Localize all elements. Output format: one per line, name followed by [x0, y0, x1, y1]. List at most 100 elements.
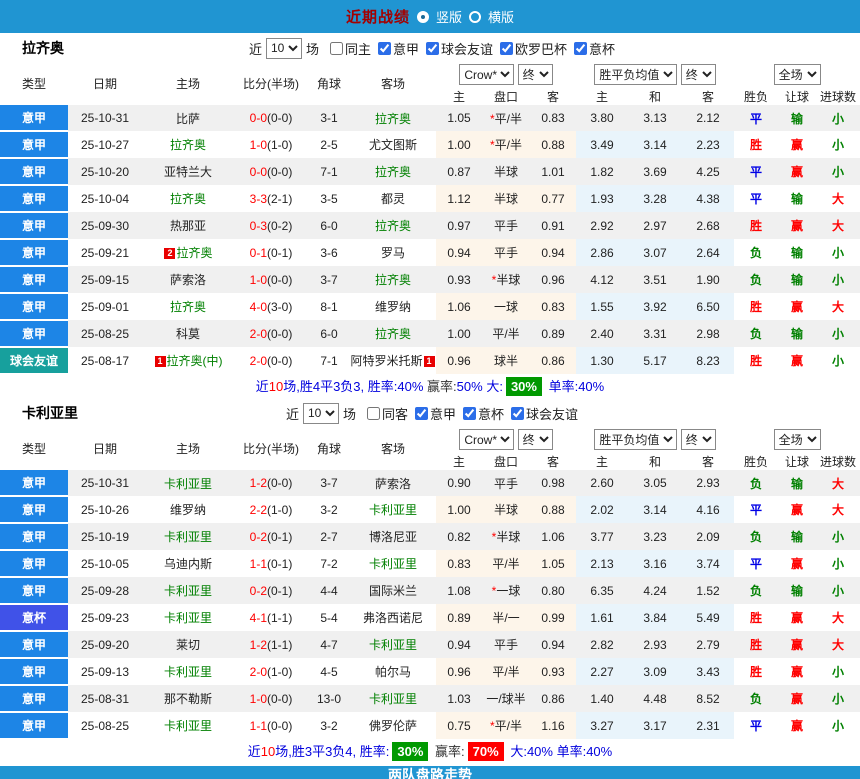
match-row: 意甲25-10-31卡利亚里1-2(0-0)3-7萨索洛0.90平手0.982.… — [0, 470, 860, 496]
odds-home-cell: 0.96 — [436, 658, 482, 685]
header-selects-row: 类型日期主场比分(半场)角球客场Crow* 终胜平负均值 终全场 — [0, 426, 860, 453]
league-cell: 意甲 — [0, 577, 68, 604]
league-filter-label[interactable]: 球会友谊 — [526, 404, 578, 423]
horizontal-layout-label[interactable]: 横版 — [488, 7, 514, 26]
league-filter-label[interactable]: 意杯 — [589, 39, 615, 58]
odds-company-select[interactable]: Crow* — [459, 64, 514, 85]
cover-cell: 赢 — [778, 212, 816, 239]
goals-cell: 大 — [816, 185, 860, 212]
corner-cell: 6-0 — [308, 212, 350, 239]
league-filter-checkbox[interactable] — [426, 42, 439, 55]
league-cell: 意甲 — [0, 523, 68, 550]
date-cell: 25-09-20 — [68, 631, 142, 658]
avg-final-select[interactable]: 终 — [681, 64, 716, 85]
score-cell: 0-0(0-0) — [234, 105, 308, 131]
near-games-select[interactable]: 10 — [266, 38, 302, 59]
same-venue-label[interactable]: 同主 — [345, 39, 371, 58]
league-cell: 球会友谊 — [0, 347, 68, 374]
results-table: 类型日期主场比分(半场)角球客场Crow* 终胜平负均值 终全场主盘口客主和客胜… — [0, 426, 860, 740]
halftime-score: (2-1) — [267, 192, 292, 206]
summary-segment: 单率: — [553, 744, 586, 759]
horizontal-layout-radio[interactable] — [469, 11, 481, 23]
league-cell: 意甲 — [0, 658, 68, 685]
avg-home-cell: 1.61 — [576, 604, 628, 631]
cover-cell: 输 — [778, 320, 816, 347]
league-filter-checkbox[interactable] — [500, 42, 513, 55]
score-cell: 0-3(0-2) — [234, 212, 308, 239]
halftime-score: (1-1) — [267, 638, 292, 652]
summary-segment: 10 — [269, 379, 283, 394]
handicap-value: 一/球半 — [486, 692, 525, 706]
vertical-layout-radio[interactable] — [417, 11, 429, 23]
odds-company-select[interactable]: Crow* — [459, 429, 514, 450]
halftime-score: (0-0) — [267, 354, 292, 368]
halftime-score: (0-2) — [267, 219, 292, 233]
col-header-handicap: 盘口 — [482, 88, 530, 105]
league-filter-label[interactable]: 意杯 — [478, 404, 504, 423]
corner-cell: 3-2 — [308, 712, 350, 739]
odds-final-select[interactable]: 终 — [518, 429, 553, 450]
odds-final-select[interactable]: 终 — [518, 64, 553, 85]
same-venue-checkbox[interactable] — [367, 407, 380, 420]
corner-cell: 13-0 — [308, 685, 350, 712]
home-team-cell: 莱切 — [142, 631, 234, 658]
handicap-value: 平手 — [494, 246, 518, 260]
handicap-value: 半球 — [494, 192, 518, 206]
odds-home-cell: 0.87 — [436, 158, 482, 185]
score-cell: 1-2(0-0) — [234, 470, 308, 496]
avg-draw-cell: 3.69 — [628, 158, 682, 185]
score-cell: 0-1(0-1) — [234, 239, 308, 266]
away-team-name: 卡利亚里 — [369, 503, 417, 517]
handicap-cell: 平手 — [482, 631, 530, 658]
league-filter-checkbox[interactable] — [415, 407, 428, 420]
corner-cell: 4-4 — [308, 577, 350, 604]
odds-away-cell: 1.06 — [530, 523, 576, 550]
avg-type-select[interactable]: 胜平负均值 — [594, 429, 677, 450]
col-header-result: 胜负 — [734, 453, 778, 470]
result-cell: 负 — [734, 470, 778, 496]
col-header-corner: 角球 — [308, 426, 350, 470]
near-games-select[interactable]: 10 — [303, 403, 339, 424]
league-cell: 意甲 — [0, 105, 68, 131]
home-team-name: 科莫 — [176, 327, 200, 341]
away-team-name: 弗洛西诺尼 — [363, 611, 423, 625]
avg-draw-cell: 2.93 — [628, 631, 682, 658]
league-filter-checkbox[interactable] — [574, 42, 587, 55]
league-cell: 意甲 — [0, 550, 68, 577]
same-venue-label[interactable]: 同客 — [382, 404, 408, 423]
away-team-cell: 佛罗伦萨 — [350, 712, 436, 739]
away-team-cell: 博洛尼亚 — [350, 523, 436, 550]
league-filter-checkbox[interactable] — [378, 42, 391, 55]
home-team-name: 比萨 — [176, 112, 200, 126]
fulltime-score: 2-2 — [250, 503, 267, 517]
corner-cell: 7-2 — [308, 550, 350, 577]
col-header-handicap: 盘口 — [482, 453, 530, 470]
summary-segment: 赢率: — [435, 744, 465, 759]
league-filter-checkbox[interactable] — [511, 407, 524, 420]
col-header-avg-draw: 和 — [628, 453, 682, 470]
handicap-value: 半球 — [494, 165, 518, 179]
avg-away-cell: 3.74 — [682, 550, 734, 577]
odds-away-cell: 0.83 — [530, 105, 576, 131]
scope-select[interactable]: 全场 — [774, 64, 821, 85]
avg-home-cell: 2.60 — [576, 470, 628, 496]
halftime-score: (0-0) — [267, 692, 292, 706]
vertical-layout-label[interactable]: 竖版 — [436, 7, 462, 26]
league-filter-label[interactable]: 球会友谊 — [441, 39, 493, 58]
league-filter-label[interactable]: 欧罗巴杯 — [515, 39, 567, 58]
score-cell: 2-2(1-0) — [234, 496, 308, 523]
avg-draw-cell: 3.16 — [628, 550, 682, 577]
league-filter-label[interactable]: 意甲 — [393, 39, 419, 58]
avg-final-select[interactable]: 终 — [681, 429, 716, 450]
league-filter-label[interactable]: 意甲 — [430, 404, 456, 423]
scope-select[interactable]: 全场 — [774, 429, 821, 450]
result-cell: 胜 — [734, 131, 778, 158]
same-venue-checkbox[interactable] — [330, 42, 343, 55]
results-table: 类型日期主场比分(半场)角球客场Crow* 终胜平负均值 终全场主盘口客主和客胜… — [0, 61, 860, 375]
home-team-cell: 比萨 — [142, 105, 234, 131]
avg-type-select[interactable]: 胜平负均值 — [594, 64, 677, 85]
handicap-value: 平手 — [494, 477, 518, 491]
away-team-cell: 国际米兰 — [350, 577, 436, 604]
avg-draw-cell: 3.23 — [628, 523, 682, 550]
league-filter-checkbox[interactable] — [463, 407, 476, 420]
